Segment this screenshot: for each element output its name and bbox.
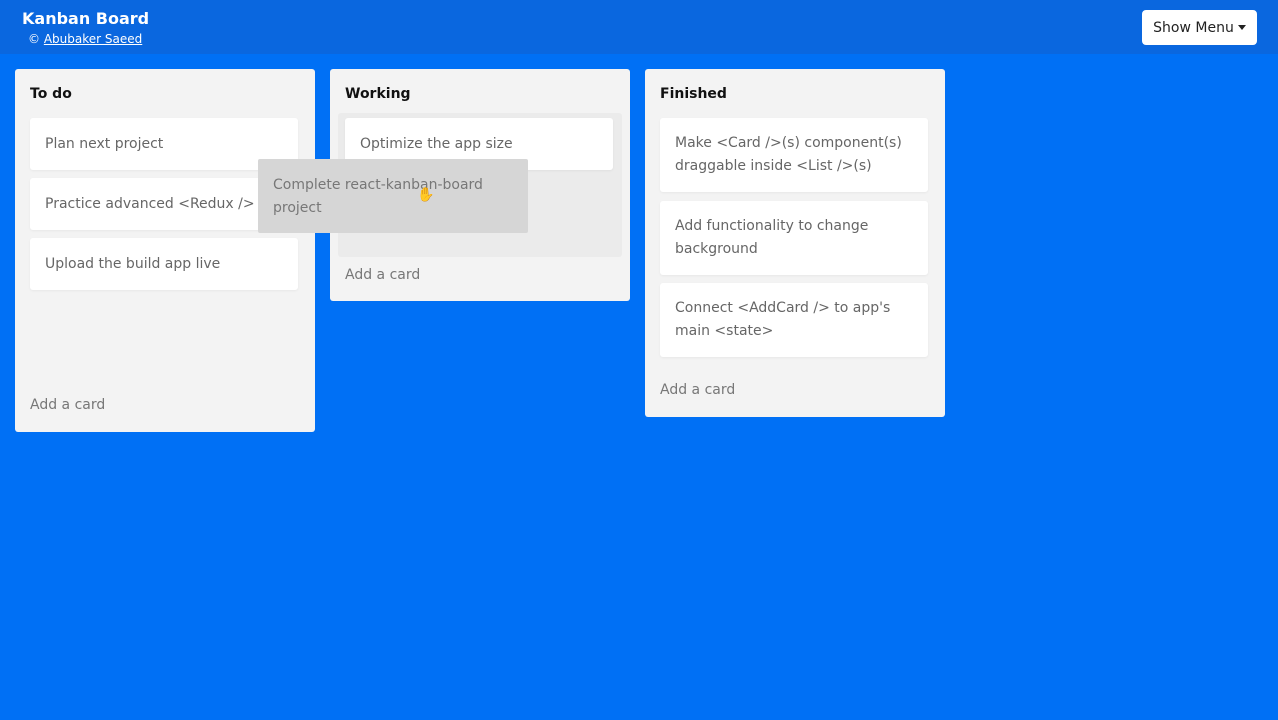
- list-title: Working: [345, 86, 411, 102]
- list-to-do: To do Plan next project Practice advance…: [15, 69, 315, 432]
- add-card-button[interactable]: Add a card: [345, 267, 420, 283]
- copyright-symbol: ©: [28, 32, 40, 46]
- card[interactable]: Connect <AddCard /> to app's main <state…: [660, 283, 928, 357]
- caret-down-icon: [1237, 25, 1246, 30]
- card[interactable]: Upload the build app live: [30, 238, 298, 290]
- app-title: Kanban Board: [22, 9, 150, 28]
- list-finished: Finished Make <Card />(s) component(s) d…: [645, 69, 945, 417]
- list-title: To do: [30, 86, 72, 102]
- author-link[interactable]: Abubaker Saeed: [44, 32, 142, 46]
- show-menu-button[interactable]: Show Menu: [1142, 10, 1257, 45]
- grab-cursor-icon: ✋: [417, 187, 435, 203]
- app-header: Kanban Board © Abubaker Saeed Show Menu: [0, 0, 1278, 54]
- card[interactable]: Make <Card />(s) component(s) draggable …: [660, 118, 928, 192]
- add-card-button[interactable]: Add a card: [660, 382, 735, 398]
- show-menu-label: Show Menu: [1153, 19, 1234, 36]
- credit: © Abubaker Saeed: [28, 32, 142, 46]
- list-title: Finished: [660, 86, 727, 102]
- add-card-button[interactable]: Add a card: [30, 397, 105, 413]
- card[interactable]: Add functionality to change background: [660, 201, 928, 275]
- dragging-card[interactable]: Complete react-kanban-board project: [258, 159, 528, 233]
